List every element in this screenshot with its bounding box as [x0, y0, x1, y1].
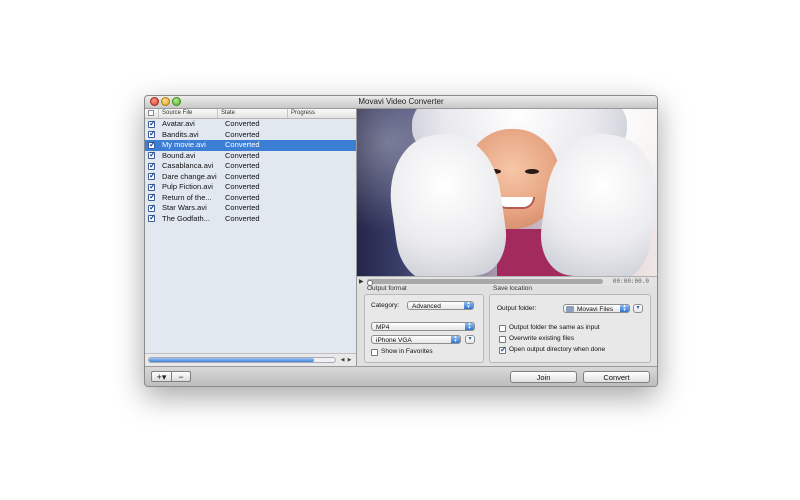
same-as-input-label: Output folder the same as input [509, 324, 600, 331]
file-state: Converted [225, 119, 260, 128]
preset-value: iPhone VGA [376, 337, 412, 344]
output-folder-label: Output folder: [497, 305, 537, 312]
table-row[interactable]: The Godfath... Converted [145, 213, 356, 225]
chevron-updown-icon: ▴ ▾ [465, 322, 474, 330]
column-progress[interactable]: Progress [288, 109, 356, 118]
file-state: Converted [225, 161, 260, 170]
file-list-header: Source File State Progress [145, 109, 356, 119]
column-state[interactable]: State [218, 109, 288, 118]
output-folder-menu-button[interactable]: ▾ [633, 304, 643, 313]
overwrite-label: Overwrite existing files [509, 335, 575, 342]
list-footer: ◀ ▶ [145, 353, 356, 367]
file-rows: Avatar.avi Converted Bandits.avi Convert… [145, 119, 356, 353]
output-folder-select[interactable]: Movavi Files ▴ ▾ [563, 304, 630, 313]
select-all-checkbox[interactable] [148, 110, 154, 116]
file-state: Converted [225, 192, 260, 202]
app-window: Movavi Video Converter Source File State… [144, 95, 658, 387]
file-name: Casablanca.avi [162, 161, 214, 170]
file-name: Bandits.avi [162, 129, 199, 139]
seek-slider[interactable] [367, 279, 603, 286]
join-button[interactable]: Join [510, 371, 577, 383]
remove-file-button[interactable]: − [171, 371, 191, 382]
file-name: Pulp Fiction.avi [162, 182, 213, 191]
bottom-toolbar: +▾ − Join Convert [145, 366, 657, 386]
file-name: Avatar.avi [162, 119, 195, 128]
video-preview [357, 109, 657, 276]
scroll-right-arrow-icon[interactable]: ▶ [346, 356, 353, 364]
add-file-button[interactable]: +▾ [151, 371, 172, 382]
show-favorites-label: Show in Favorites [381, 348, 433, 355]
row-checkbox[interactable] [148, 192, 156, 201]
file-state: Converted [225, 140, 260, 149]
table-row[interactable]: Casablanca.avi Converted [145, 161, 356, 172]
file-list: Source File State Progress Avatar.avi Co… [145, 109, 356, 367]
file-name: Star Wars.avi [162, 203, 207, 212]
category-value: Advanced [412, 303, 441, 310]
format-value: MP4 [376, 324, 390, 331]
table-row[interactable]: Pulp Fiction.avi Converted [145, 182, 356, 193]
row-checkbox[interactable] [148, 213, 156, 222]
chevron-updown-icon: ▴ ▾ [620, 304, 629, 312]
playback-time: 00:00:00.0 [612, 278, 649, 285]
row-checkbox[interactable] [148, 119, 156, 128]
window-title: Movavi Video Converter [358, 97, 444, 106]
save-location-group: Output folder: Movavi Files ▴ ▾ ▾ Output … [489, 294, 651, 363]
row-checkbox[interactable] [148, 171, 156, 180]
file-state: Converted [225, 150, 260, 160]
open-directory-checkbox[interactable] [499, 345, 507, 354]
preset-menu-button[interactable]: ▾ [465, 335, 475, 344]
scroll-left-arrow-icon[interactable]: ◀ [339, 356, 346, 364]
table-row[interactable]: Bandits.avi Converted [145, 129, 356, 141]
row-checkbox[interactable] [148, 182, 156, 191]
play-icon[interactable]: ▶ [359, 278, 364, 285]
row-checkbox[interactable] [148, 161, 156, 170]
file-state: Converted [225, 182, 260, 191]
horizontal-scrollbar[interactable] [148, 357, 336, 363]
file-name: My movie.avi [162, 140, 206, 149]
category-label: Category: [371, 302, 400, 309]
select-all-column[interactable] [145, 109, 159, 118]
open-directory-label: Open output directory when done [509, 346, 606, 353]
same-as-input-checkbox[interactable] [499, 325, 506, 332]
file-name: Dare change.avi [162, 171, 217, 181]
file-state: Converted [225, 203, 260, 212]
overwrite-checkbox[interactable] [499, 336, 506, 343]
chevron-updown-icon: ▴ ▾ [464, 301, 473, 309]
row-checkbox[interactable] [148, 150, 156, 159]
output-folder-value: Movavi Files [577, 306, 614, 313]
output-format-group: Category: Advanced ▴ ▾ MP4 ▴ ▾ iPhone VGA … [364, 294, 484, 363]
chevron-updown-icon: ▴ ▾ [451, 335, 460, 343]
file-state: Converted [225, 171, 260, 181]
format-select[interactable]: MP4 ▴ ▾ [371, 322, 475, 331]
convert-button[interactable]: Convert [583, 371, 650, 383]
folder-icon [566, 306, 574, 312]
show-favorites-checkbox[interactable] [371, 349, 378, 356]
row-checkbox[interactable] [148, 129, 156, 138]
file-name: Return of the... [162, 192, 212, 202]
preset-select[interactable]: iPhone VGA ▴ ▾ [371, 335, 461, 344]
category-select[interactable]: Advanced ▴ ▾ [407, 301, 474, 310]
table-row[interactable]: Avatar.avi Converted [145, 119, 356, 130]
file-name: The Godfath... [162, 213, 210, 223]
preview-eye-shape [525, 169, 539, 174]
file-state: Converted [225, 129, 260, 139]
save-location-title: Save location [493, 285, 533, 292]
output-format-title: Output format [367, 285, 407, 292]
row-checkbox[interactable] [148, 140, 156, 149]
scrollbar-thumb[interactable] [149, 358, 314, 362]
column-source-file[interactable]: Source File [159, 109, 218, 118]
file-name: Bound.avi [162, 150, 196, 160]
title-bar: Movavi Video Converter [145, 96, 657, 109]
table-row[interactable]: Return of the... Converted [145, 192, 356, 204]
table-row[interactable]: Dare change.avi Converted [145, 171, 356, 183]
table-row[interactable]: Star Wars.avi Converted [145, 203, 356, 214]
row-checkbox[interactable] [148, 203, 156, 212]
settings-panel: Output format Category: Advanced ▴ ▾ MP4 … [357, 285, 657, 366]
table-row-selected[interactable]: My movie.avi Converted [145, 140, 356, 151]
table-row[interactable]: Bound.avi Converted [145, 150, 356, 162]
file-state: Converted [225, 213, 260, 223]
